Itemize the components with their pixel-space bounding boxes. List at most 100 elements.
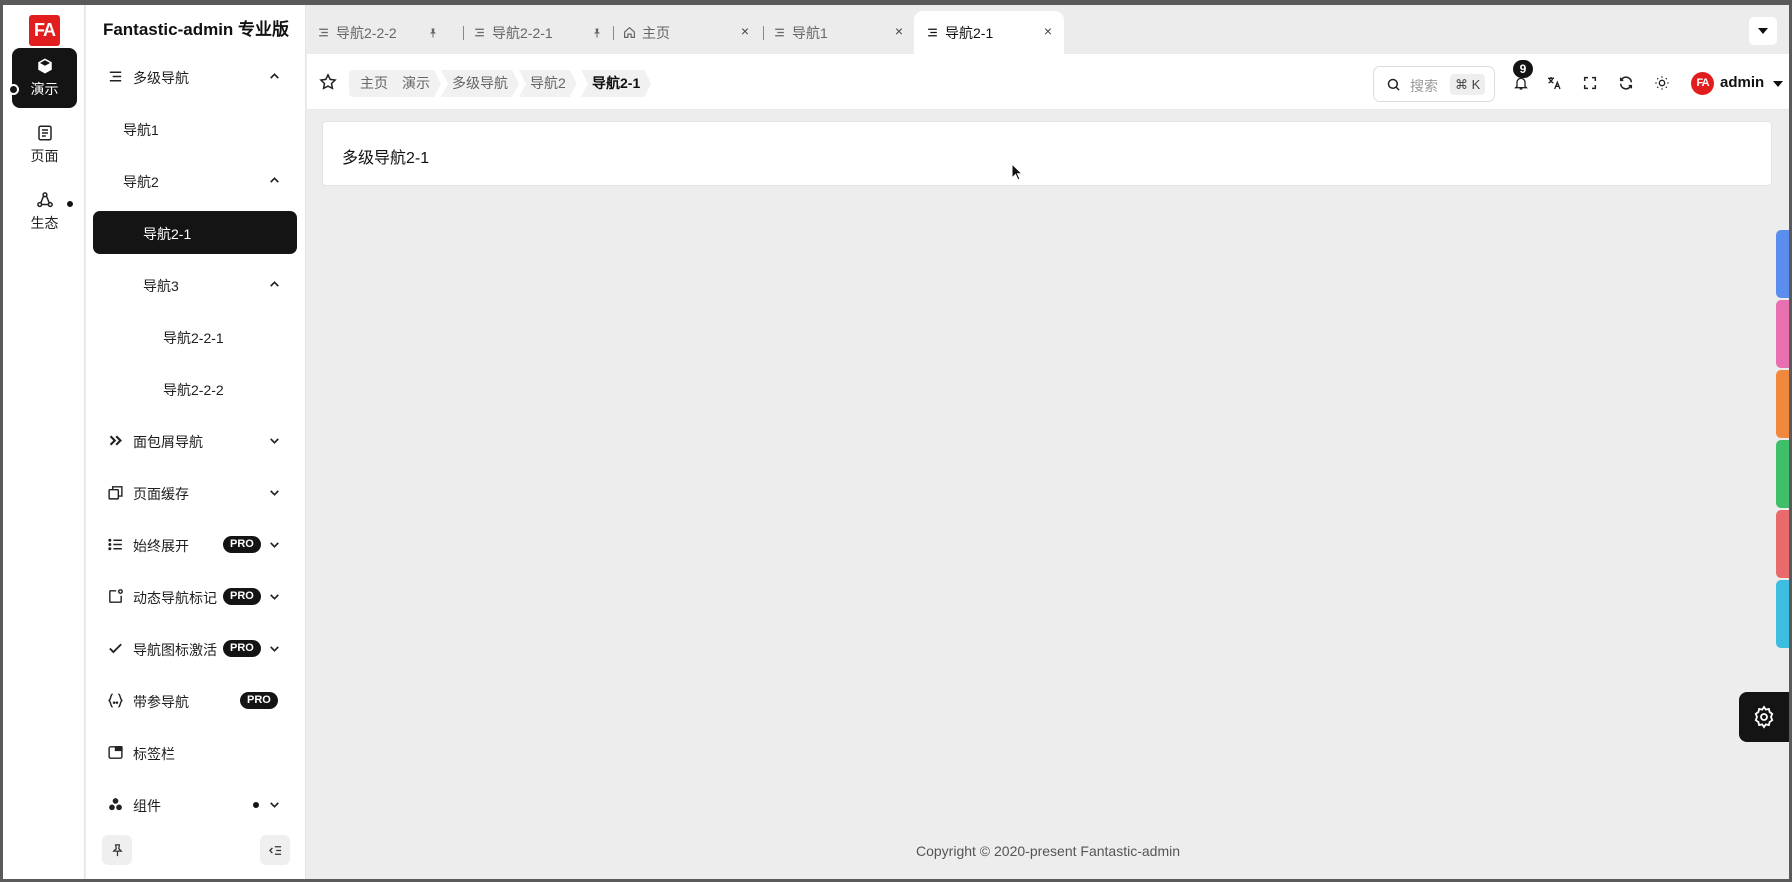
pin-sidebar-button[interactable] bbox=[102, 835, 132, 865]
components-icon bbox=[109, 798, 122, 811]
close-icon[interactable]: × bbox=[741, 23, 749, 39]
avatar[interactable]: FA bbox=[1691, 72, 1714, 95]
menu-label: 导航1 bbox=[123, 122, 159, 138]
menu-page-cache[interactable]: 页面缓存 bbox=[93, 471, 297, 514]
main-nav-ecosystem[interactable]: 生态 bbox=[12, 182, 77, 242]
pro-badge: PRO bbox=[223, 640, 261, 657]
menu-nav1[interactable]: 导航1 bbox=[93, 107, 297, 150]
toolbar: 主页 演示 多级导航 导航2 导航2-1 搜索 ⌘ K 9 FA admin bbox=[307, 54, 1789, 110]
tab-more-button[interactable] bbox=[1749, 17, 1777, 45]
menu-nav2-2-1[interactable]: 导航2-2-1 bbox=[93, 315, 297, 358]
fullscreen-icon[interactable] bbox=[1582, 75, 1598, 91]
pin-icon[interactable] bbox=[591, 27, 603, 39]
menu-nav2-2-2[interactable]: 导航2-2-2 bbox=[93, 367, 297, 410]
tab-window-icon bbox=[108, 746, 123, 759]
tab-label: 主页 bbox=[642, 24, 670, 41]
tab-nav2-1[interactable]: 导航2-1 × bbox=[914, 11, 1064, 54]
gear-icon bbox=[1754, 705, 1774, 729]
sun-icon[interactable] bbox=[1654, 75, 1670, 91]
settings-button[interactable] bbox=[1739, 692, 1789, 742]
menu-always-expand[interactable]: 始终展开 PRO bbox=[93, 523, 297, 566]
chevron-down-icon bbox=[270, 802, 279, 808]
menu-label: 导航2-2-1 bbox=[163, 330, 224, 346]
tab-separator bbox=[763, 26, 764, 40]
main-nav-pages[interactable]: 页面 bbox=[12, 115, 77, 175]
search-input[interactable]: 搜索 ⌘ K bbox=[1373, 66, 1495, 102]
menu-label: 标签栏 bbox=[133, 746, 175, 762]
list-icon bbox=[108, 538, 122, 551]
app-logo[interactable]: FA bbox=[29, 15, 60, 46]
menu-label: 页面缓存 bbox=[133, 486, 189, 502]
pro-badge: PRO bbox=[223, 588, 261, 605]
caret-down-icon[interactable] bbox=[1773, 80, 1783, 88]
breadcrumb-item[interactable]: 导航2 bbox=[519, 70, 577, 97]
menu-lines-icon bbox=[109, 71, 122, 82]
star-icon[interactable] bbox=[319, 73, 337, 91]
translate-icon[interactable] bbox=[1546, 75, 1562, 91]
menu-multilevel-nav[interactable]: 多级导航 bbox=[93, 55, 297, 98]
menu-label: 面包屑导航 bbox=[133, 434, 203, 450]
theme-swatch[interactable] bbox=[1776, 510, 1789, 578]
user-name[interactable]: admin bbox=[1720, 74, 1764, 91]
pin-icon[interactable] bbox=[427, 27, 439, 39]
chevron-up-icon bbox=[270, 73, 279, 79]
menu-label: 导航2-1 bbox=[143, 226, 192, 242]
footer-copyright: Copyright © 2020-present Fantastic-admin bbox=[916, 843, 1180, 859]
pro-badge: PRO bbox=[240, 692, 278, 709]
menu-breadcrumb-nav[interactable]: 面包屑导航 bbox=[93, 419, 297, 462]
menu-nav2[interactable]: 导航2 bbox=[93, 159, 297, 202]
breadcrumb-item[interactable]: 主页 bbox=[349, 70, 399, 97]
menu-nav2-1[interactable]: 导航2-1 bbox=[93, 211, 297, 254]
breadcrumb-current: 导航2-1 bbox=[581, 70, 651, 97]
collapse-sidebar-button[interactable] bbox=[260, 835, 290, 865]
cube-icon bbox=[37, 58, 52, 74]
menu-param-nav[interactable]: 带参导航 PRO bbox=[93, 679, 297, 722]
ecosystem-icon bbox=[36, 192, 53, 208]
menu-components[interactable]: 组件 bbox=[93, 783, 297, 826]
breadcrumb-item[interactable]: 演示 bbox=[391, 70, 441, 97]
mouse-cursor-icon bbox=[1011, 163, 1023, 181]
chevron-down-icon bbox=[270, 646, 279, 652]
app-window: FA 演示 页面 生态 Fantastic-admin 专业版 多级导航 导航1 bbox=[3, 5, 1789, 879]
page-icon bbox=[37, 125, 52, 141]
breadcrumb-item[interactable]: 多级导航 bbox=[441, 70, 519, 97]
pin-icon bbox=[111, 843, 123, 856]
caret-down-icon bbox=[1758, 28, 1768, 34]
theme-swatch[interactable] bbox=[1776, 300, 1789, 368]
menu-label: 导航图标激活 bbox=[133, 642, 217, 658]
theme-swatch[interactable] bbox=[1776, 370, 1789, 438]
main-nav-label: 页面 bbox=[30, 148, 59, 164]
tab-label: 导航2-2-1 bbox=[492, 24, 553, 41]
menu-lines-icon bbox=[475, 28, 484, 37]
search-icon bbox=[1387, 78, 1400, 91]
search-shortcut: ⌘ K bbox=[1450, 74, 1486, 95]
menu-lines-icon bbox=[928, 28, 937, 37]
theme-swatch[interactable] bbox=[1776, 440, 1789, 508]
tab-home[interactable]: 主页 × bbox=[623, 11, 751, 54]
chevron-down-icon bbox=[270, 542, 279, 548]
theme-swatch[interactable] bbox=[1776, 230, 1789, 298]
notification-dot bbox=[66, 200, 74, 208]
menu-nav3[interactable]: 导航3 bbox=[93, 263, 297, 306]
close-icon[interactable]: × bbox=[1044, 23, 1052, 39]
chevron-down-icon bbox=[270, 438, 279, 444]
tab-bar: 导航2-2-2 导航2-2-1 主页 × 导航1 × 导航2-1 × bbox=[307, 5, 1789, 54]
theme-swatch[interactable] bbox=[1776, 580, 1789, 648]
tab-nav1[interactable]: 导航1 × bbox=[773, 11, 905, 54]
menu-lines-icon bbox=[775, 28, 784, 37]
tab-nav2-2-2[interactable]: 导航2-2-2 bbox=[317, 11, 445, 54]
menu-tabbar[interactable]: 标签栏 bbox=[93, 731, 297, 774]
close-icon[interactable]: × bbox=[895, 23, 903, 39]
menu-nav-icon-active[interactable]: 导航图标激活 PRO bbox=[93, 627, 297, 670]
menu-label: 带参导航 bbox=[133, 694, 189, 710]
main-nav-demo[interactable]: 演示 bbox=[12, 48, 77, 108]
tab-label: 导航2-1 bbox=[945, 24, 994, 41]
menu-label: 动态导航标记 bbox=[133, 590, 217, 606]
menu-dynamic-nav-badge[interactable]: 动态导航标记 PRO bbox=[93, 575, 297, 618]
page-title: 多级导航2-1 bbox=[342, 150, 430, 167]
tab-label: 导航2-2-2 bbox=[336, 24, 397, 41]
refresh-icon[interactable] bbox=[1618, 75, 1634, 91]
tab-nav2-2-1[interactable]: 导航2-2-1 bbox=[473, 11, 603, 54]
menu-label: 组件 bbox=[133, 798, 161, 814]
chevron-up-icon bbox=[270, 177, 279, 183]
